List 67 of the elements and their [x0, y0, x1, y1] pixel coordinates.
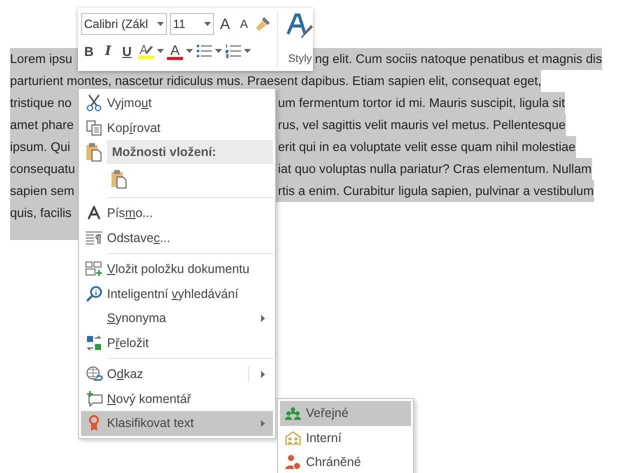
font-size-field[interactable]: 11	[170, 13, 214, 35]
clipboard-icon	[86, 142, 102, 162]
search-icon	[86, 286, 102, 302]
comment-icon	[86, 390, 102, 407]
font-icon	[87, 206, 101, 220]
menu-item[interactable]: Přeložit	[81, 330, 273, 355]
caret-icon	[157, 22, 164, 26]
styles-icon[interactable]	[286, 12, 314, 38]
menu-item[interactable]: Veřejné	[280, 401, 411, 426]
submenu-arrow-icon	[261, 420, 265, 427]
menu-item[interactable]: Kopírovat	[81, 116, 273, 140]
styles-label[interactable]: Styly	[288, 53, 312, 65]
italic-button[interactable]: I	[100, 41, 116, 61]
document-text: sapien sem	[10, 184, 76, 198]
menu-item[interactable]: Písmo...	[81, 201, 273, 226]
document-text: rtis a enim. Curabitur ligula sapien, pulvinar a vestibulum	[278, 184, 594, 198]
scissors-icon	[86, 94, 102, 112]
building-group-icon	[285, 430, 301, 445]
menu-section-header: Možnosti vložení:	[107, 140, 273, 164]
document-text: amet phare	[10, 118, 75, 132]
menu-item[interactable]: Nový komentář	[81, 386, 273, 411]
menu-item[interactable]: Vložit položku dokumentu	[81, 257, 273, 282]
font-name-field[interactable]: Calibri (Zákl	[81, 13, 167, 35]
numbering-icon[interactable]	[225, 44, 241, 58]
clipboard-icon	[111, 169, 127, 189]
document-text: ng elit. Cum sociis natoque penatibus et magnis dis	[315, 52, 602, 66]
submenu-arrow-icon	[261, 314, 265, 322]
document-text: parturient montes, nascetur ridiculus mus. Praesent dapibus. Etiam sapien elit, consequat eget,	[10, 74, 542, 88]
bullets-icon[interactable]	[196, 44, 212, 58]
highlight-icon[interactable]	[138, 44, 154, 58]
caret-icon	[244, 49, 251, 53]
document-part-icon	[85, 261, 103, 278]
menu-item[interactable]: Synonyma	[81, 306, 273, 330]
menu-item[interactable]: Odkaz	[81, 362, 273, 386]
document-text: um fermentum tortor id mi. Mauris suscipit, ligula sit	[278, 96, 565, 110]
menu-item[interactable]: Inteligentní vyhledávání	[81, 282, 273, 306]
paragraph-icon	[86, 230, 102, 245]
paste-option-button[interactable]	[111, 169, 127, 189]
group-icon	[285, 406, 301, 420]
font-color-button[interactable]: A	[167, 42, 183, 56]
menu-item[interactable]: Odstavec...	[81, 226, 273, 250]
submenu-arrow-icon	[261, 370, 265, 378]
menu-item[interactable]: Klasifikovat text	[81, 411, 273, 436]
ribbon-icon	[88, 414, 100, 432]
underline-button[interactable]: U	[119, 41, 135, 61]
caret-icon	[204, 22, 211, 26]
caret-icon	[157, 49, 164, 53]
document-text: consequatu	[10, 162, 76, 176]
bold-button[interactable]: B	[81, 41, 97, 61]
menu-item[interactable]: Chráněné	[280, 450, 411, 473]
format-painter-icon[interactable]	[255, 16, 271, 32]
caret-icon	[215, 49, 222, 53]
document-text: quis, facilis	[10, 206, 72, 220]
document-text: tristique no	[10, 96, 73, 110]
translate-icon	[86, 334, 102, 351]
menu-item[interactable]: Vyjmout	[81, 91, 273, 116]
grow-font-button[interactable]: A	[217, 14, 233, 34]
document-text: Lorem ipsu	[10, 52, 74, 66]
document-text: iat quo voluptas nulla pariatur? Cras elementum. Nullam	[278, 162, 592, 176]
shrink-font-button[interactable]: A	[236, 14, 252, 34]
document-text: erit qui in ea voluptate velit esse quam nihil molestiae	[278, 140, 576, 154]
document-text: rus, vel sagittis velit mauris vel metus. Pellentesque	[278, 118, 566, 132]
document-text: ipsum. Qui	[10, 140, 72, 154]
caret-icon	[186, 49, 193, 53]
globe-link-icon	[86, 366, 102, 383]
copy-icon	[86, 120, 102, 136]
menu-item[interactable]: Interní	[280, 426, 411, 450]
